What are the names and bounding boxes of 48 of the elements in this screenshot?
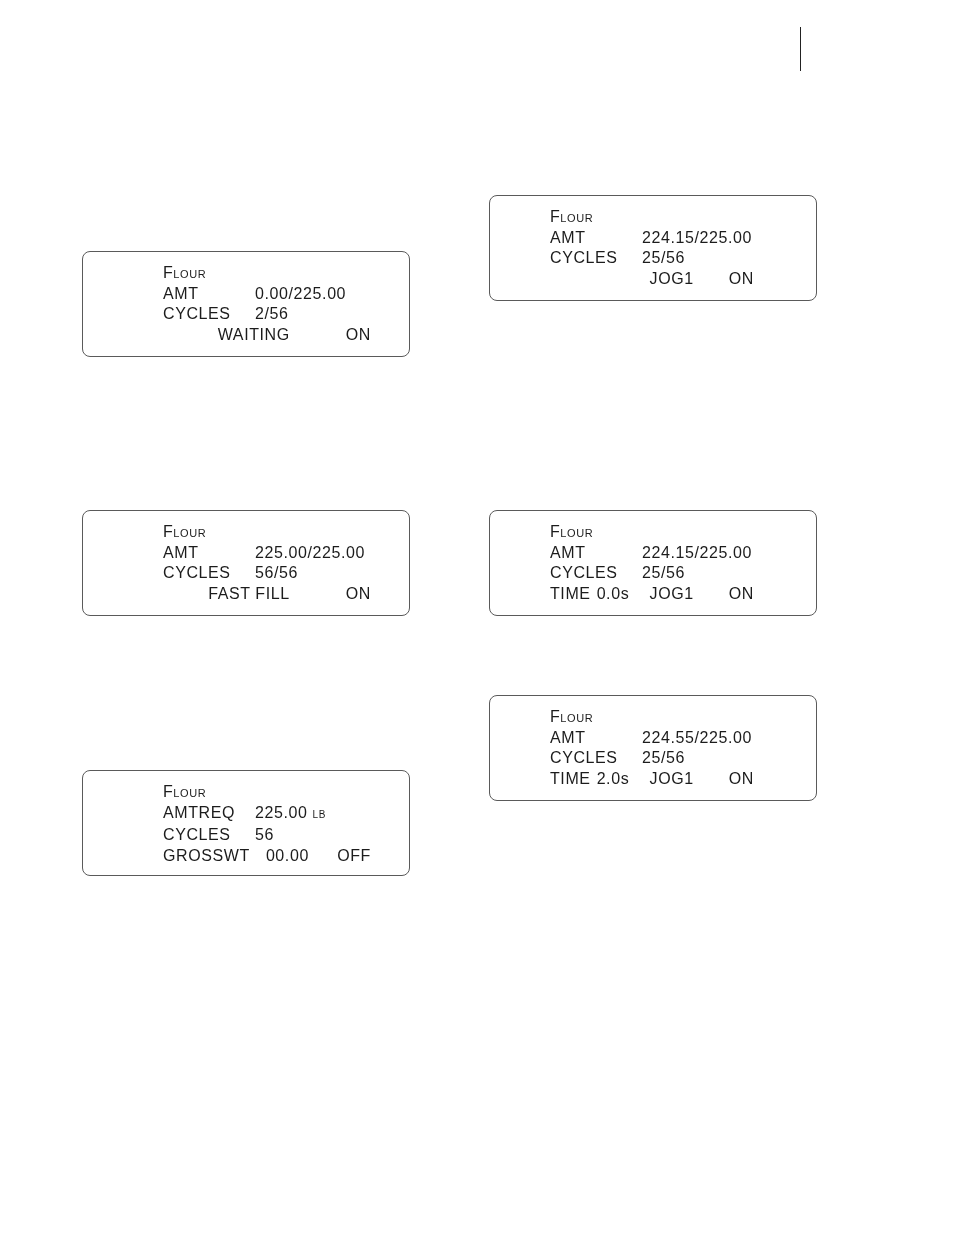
field-value: 225.00 bbox=[255, 802, 308, 823]
field-label: CYCLES bbox=[550, 748, 619, 768]
field-label: TIME bbox=[550, 768, 591, 789]
display-title: Flour bbox=[550, 522, 594, 542]
field-label: CYCLES bbox=[163, 825, 232, 845]
field-label: CYCLES bbox=[163, 304, 232, 324]
field-value: 2.0s bbox=[596, 768, 630, 789]
display-title: Flour bbox=[550, 207, 594, 227]
field-value: 00.00 bbox=[265, 845, 309, 866]
status-reading: ON bbox=[728, 583, 754, 604]
status-reading: ON bbox=[345, 583, 371, 604]
field-value: 56/56 bbox=[255, 563, 299, 583]
status-mode: JOG1 bbox=[649, 768, 694, 789]
field-value: 225.00/225.00 bbox=[255, 542, 366, 563]
status-mode: JOG1 bbox=[649, 268, 694, 289]
field-value: 2/56 bbox=[255, 304, 289, 324]
field-label: AMT bbox=[550, 727, 587, 748]
status-mode: JOG1 bbox=[649, 583, 694, 604]
field-value: 56 bbox=[255, 825, 274, 845]
field-label: CYCLES bbox=[550, 563, 619, 583]
display-title: Flour bbox=[163, 522, 207, 542]
field-label: AMTREQ bbox=[163, 802, 237, 823]
field-value: 224.15/225.00 bbox=[642, 542, 753, 563]
field-label: AMT bbox=[163, 283, 200, 304]
field-value: 25/56 bbox=[642, 563, 686, 583]
field-label: AMT bbox=[550, 542, 587, 563]
field-value: 25/56 bbox=[642, 748, 686, 768]
field-label: AMT bbox=[163, 542, 200, 563]
field-value: 224.55/225.00 bbox=[642, 727, 753, 748]
unit-label: LB bbox=[312, 807, 326, 822]
field-label: CYCLES bbox=[163, 563, 232, 583]
field-value: 0.0s bbox=[596, 583, 630, 604]
field-label: AMT bbox=[550, 227, 587, 248]
status-reading: ON bbox=[728, 768, 754, 789]
field-label: GROSSWT bbox=[163, 845, 250, 866]
status-reading: ON bbox=[728, 268, 754, 289]
field-label: TIME bbox=[550, 583, 591, 604]
field-value: 0.00/225.00 bbox=[255, 283, 347, 304]
status-reading: OFF bbox=[337, 845, 371, 866]
display-title: Flour bbox=[550, 707, 594, 727]
status-reading: ON bbox=[345, 324, 371, 345]
field-value: 25/56 bbox=[642, 248, 686, 268]
status-mode: FAST FILL bbox=[208, 583, 290, 604]
display-title: Flour bbox=[163, 782, 207, 802]
status-mode: WAITING bbox=[217, 324, 290, 345]
display-title: Flour bbox=[163, 263, 207, 283]
field-value: 224.15/225.00 bbox=[642, 227, 753, 248]
field-label: CYCLES bbox=[550, 248, 619, 268]
